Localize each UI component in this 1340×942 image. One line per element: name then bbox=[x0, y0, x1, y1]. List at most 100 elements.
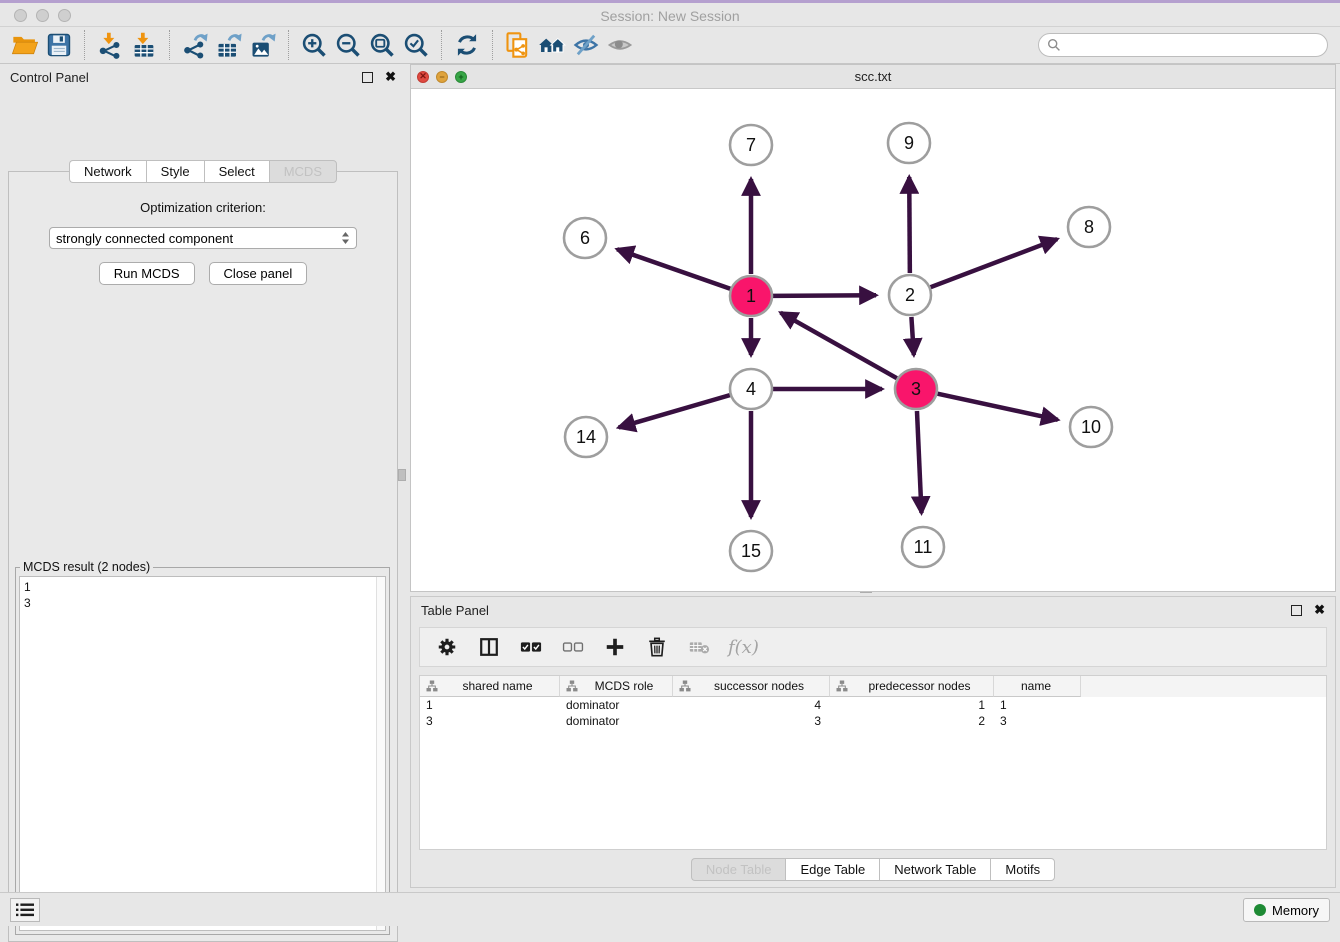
cell-mcds-role[interactable]: dominator bbox=[560, 713, 673, 729]
cell-shared-name[interactable]: 1 bbox=[420, 697, 560, 713]
search-icon bbox=[1047, 38, 1061, 52]
node-7[interactable]: 7 bbox=[730, 125, 772, 165]
close-panel-icon[interactable]: ✖ bbox=[385, 69, 396, 85]
node-3[interactable]: 3 bbox=[895, 369, 937, 409]
deselect-all-icon[interactable] bbox=[560, 634, 586, 660]
edge-1-2[interactable] bbox=[773, 295, 876, 296]
edge-3-1[interactable] bbox=[781, 313, 897, 379]
tab-network[interactable]: Network bbox=[69, 160, 146, 183]
close-table-panel-icon[interactable]: ✖ bbox=[1314, 602, 1325, 618]
export-table-icon[interactable] bbox=[212, 29, 246, 61]
edge-3-11[interactable] bbox=[917, 411, 922, 513]
network-window-titlebar[interactable]: ✕ − + scc.txt bbox=[411, 65, 1335, 89]
node-1[interactable]: 1 bbox=[730, 276, 772, 316]
tab-motifs[interactable]: Motifs bbox=[990, 858, 1055, 881]
import-network-icon[interactable] bbox=[93, 29, 127, 61]
node-15[interactable]: 15 bbox=[730, 531, 772, 571]
cell-predecessor-nodes[interactable]: 1 bbox=[830, 697, 994, 713]
cell-predecessor-nodes[interactable]: 2 bbox=[830, 713, 994, 729]
search-field[interactable] bbox=[1038, 33, 1328, 57]
cell-successor-nodes[interactable]: 3 bbox=[673, 713, 830, 729]
home-cyndex-icon[interactable] bbox=[535, 29, 569, 61]
import-table-icon[interactable] bbox=[127, 29, 161, 61]
zoom-out-icon[interactable] bbox=[331, 29, 365, 61]
function-builder-icon[interactable]: f(x) bbox=[728, 637, 759, 658]
mcds-result-textarea[interactable]: 1 3 bbox=[19, 576, 386, 931]
zoom-in-icon[interactable] bbox=[297, 29, 331, 61]
float-table-panel-icon[interactable] bbox=[1291, 605, 1302, 616]
delete-column-trash-icon[interactable] bbox=[644, 634, 670, 660]
apply-layout-icon[interactable] bbox=[450, 29, 484, 61]
export-network-icon[interactable] bbox=[178, 29, 212, 61]
titlebar: Session: New Session bbox=[0, 3, 1340, 27]
control-panel-title: Control Panel bbox=[10, 70, 362, 85]
node-14[interactable]: 14 bbox=[565, 417, 607, 457]
column-header-mcds-role[interactable]: MCDS role bbox=[560, 676, 673, 697]
node-9[interactable]: 9 bbox=[888, 123, 930, 163]
delete-table-icon[interactable] bbox=[686, 634, 712, 660]
network-canvas[interactable]: 7 9 6 8 1 2 4 3 14 10 15 11 bbox=[411, 89, 1335, 591]
cell-name[interactable]: 1 bbox=[994, 697, 1081, 713]
control-panel: Control Panel ✖ Network Style Select MCD… bbox=[0, 64, 406, 892]
add-column-icon[interactable] bbox=[602, 634, 628, 660]
zoom-fit-icon[interactable] bbox=[365, 29, 399, 61]
hide-panel-eye-icon[interactable] bbox=[569, 29, 603, 61]
cell-name[interactable]: 3 bbox=[994, 713, 1081, 729]
table-row[interactable]: 1 dominator 4 1 1 bbox=[420, 697, 1326, 713]
criterion-dropdown[interactable]: strongly connected component bbox=[49, 227, 357, 249]
node-6[interactable]: 6 bbox=[564, 218, 606, 258]
save-session-icon[interactable] bbox=[42, 29, 76, 61]
column-header-shared-name[interactable]: shared name bbox=[420, 676, 560, 697]
column-header-successor-nodes[interactable]: successor nodes bbox=[673, 676, 830, 697]
show-panel-eye-icon[interactable] bbox=[603, 29, 637, 61]
result-scrollbar[interactable] bbox=[376, 577, 385, 930]
tab-network-table[interactable]: Network Table bbox=[879, 858, 990, 881]
float-panel-icon[interactable] bbox=[362, 72, 373, 83]
cell-successor-nodes[interactable]: 4 bbox=[673, 697, 830, 713]
node-4[interactable]: 4 bbox=[730, 369, 772, 409]
cell-shared-name[interactable]: 3 bbox=[420, 713, 560, 729]
edge-4-14[interactable] bbox=[619, 395, 730, 427]
svg-text:14: 14 bbox=[576, 427, 596, 447]
edge-2-9[interactable] bbox=[909, 177, 910, 273]
hierarchy-icon bbox=[566, 680, 578, 692]
duplicate-network-icon[interactable] bbox=[501, 29, 535, 61]
memory-button[interactable]: Memory bbox=[1243, 898, 1330, 922]
control-panel-tabs: Network Style Select MCDS bbox=[0, 160, 406, 183]
zoom-selected-icon[interactable] bbox=[399, 29, 433, 61]
result-line: 3 bbox=[24, 595, 381, 611]
search-input[interactable] bbox=[1061, 38, 1327, 52]
svg-text:2: 2 bbox=[905, 285, 915, 305]
tab-style[interactable]: Style bbox=[146, 160, 204, 183]
node-10[interactable]: 10 bbox=[1070, 407, 1112, 447]
svg-text:11: 11 bbox=[914, 537, 933, 557]
node-8[interactable]: 8 bbox=[1068, 207, 1110, 247]
table-settings-gear-icon[interactable] bbox=[434, 634, 460, 660]
edge-2-8[interactable] bbox=[931, 239, 1058, 287]
show-columns-icon[interactable] bbox=[476, 634, 502, 660]
svg-text:15: 15 bbox=[741, 541, 761, 561]
table-toolbar: f(x) bbox=[419, 627, 1327, 667]
close-panel-button[interactable]: Close panel bbox=[209, 262, 308, 285]
export-image-icon[interactable] bbox=[246, 29, 280, 61]
node-11[interactable]: 11 bbox=[902, 527, 944, 567]
edge-1-6[interactable] bbox=[617, 249, 730, 289]
column-header-name[interactable]: name bbox=[994, 676, 1081, 697]
cell-mcds-role[interactable]: dominator bbox=[560, 697, 673, 713]
table-row[interactable]: 3 dominator 3 2 3 bbox=[420, 713, 1326, 729]
column-header-predecessor-nodes[interactable]: predecessor nodes bbox=[830, 676, 994, 697]
tab-select[interactable]: Select bbox=[204, 160, 269, 183]
task-history-button[interactable] bbox=[10, 898, 40, 922]
edge-3-10[interactable] bbox=[937, 394, 1057, 420]
tab-edge-table[interactable]: Edge Table bbox=[785, 858, 879, 881]
tab-node-table[interactable]: Node Table bbox=[691, 858, 786, 881]
node-table[interactable]: shared name MCDS role successor nodes pr… bbox=[419, 675, 1327, 850]
node-2[interactable]: 2 bbox=[889, 275, 931, 315]
run-mcds-button[interactable]: Run MCDS bbox=[99, 262, 195, 285]
select-all-icon[interactable] bbox=[518, 634, 544, 660]
tab-mcds[interactable]: MCDS bbox=[269, 160, 337, 183]
list-icon bbox=[16, 903, 34, 917]
vertical-split-handle[interactable] bbox=[398, 469, 406, 481]
open-session-icon[interactable] bbox=[8, 29, 42, 61]
edge-2-3[interactable] bbox=[911, 317, 913, 355]
